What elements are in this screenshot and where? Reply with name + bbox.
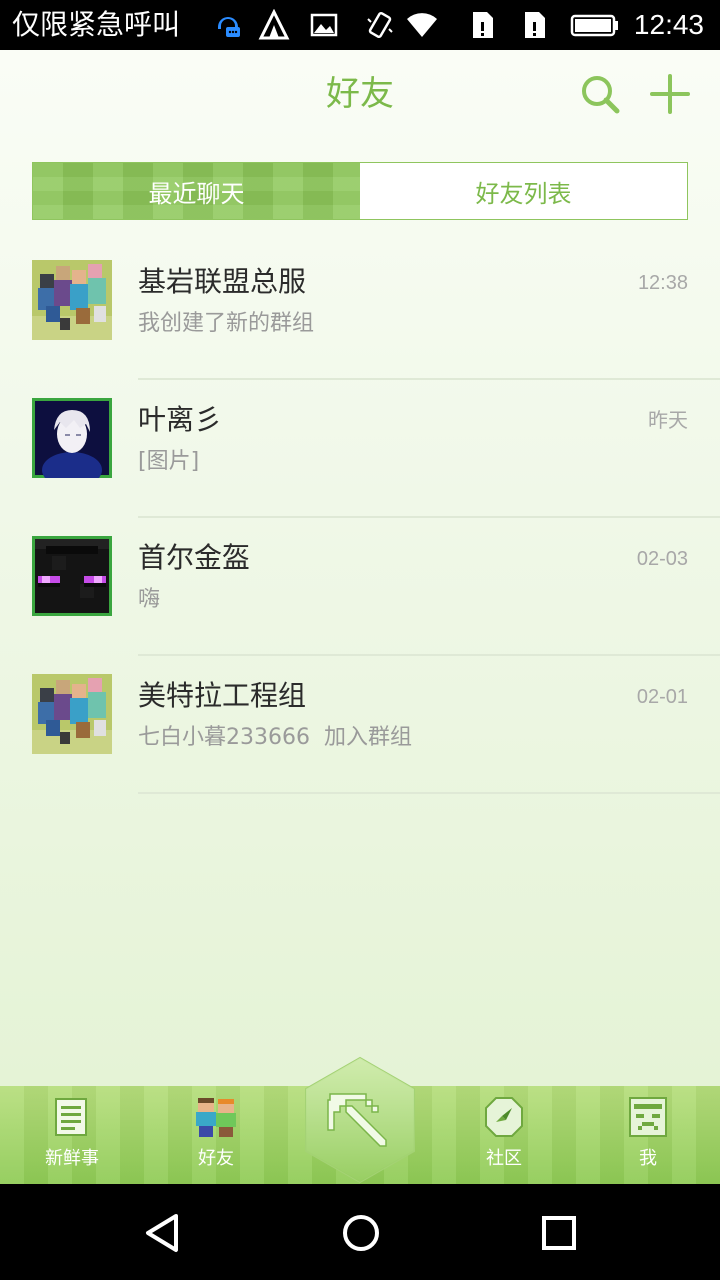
tab-news[interactable]: 新鲜事 bbox=[0, 1086, 144, 1184]
carrier-label: 仅限紧急呼叫 bbox=[12, 8, 181, 41]
chat-time: 02-01 bbox=[636, 686, 688, 708]
portrait-avatar bbox=[32, 398, 112, 478]
system-nav-bar bbox=[0, 1184, 720, 1280]
chat-preview: 我创建了新的群组 bbox=[138, 311, 315, 336]
tab-friends[interactable]: 好友 bbox=[144, 1086, 288, 1184]
group-avatar bbox=[32, 674, 112, 754]
tab-recent-chats[interactable]: 最近聊天 bbox=[33, 163, 360, 219]
chat-name: 美特拉工程组 bbox=[138, 679, 307, 712]
chat-row[interactable]: 首尔金盔 嗨 02-03 bbox=[0, 518, 720, 656]
segmented-control: 最近聊天 好友列表 bbox=[32, 162, 688, 220]
friends-icon bbox=[196, 1098, 236, 1137]
sim-card-alert-icon bbox=[473, 12, 493, 38]
search-icon[interactable] bbox=[578, 72, 622, 116]
tab-community[interactable]: 社区 bbox=[432, 1086, 576, 1184]
chat-preview: 七白小暮233666 加入群组 bbox=[138, 725, 412, 750]
chat-row[interactable]: 美特拉工程组 七白小暮233666 加入群组 02-01 bbox=[0, 656, 720, 794]
chat-time: 昨天 bbox=[648, 410, 688, 432]
friends-screen: 好友 最近聊天 好友列表 基岩联盟总服 我创建了新的群组 12:38 叶离彡 [… bbox=[0, 50, 720, 1184]
group-avatar bbox=[32, 260, 112, 340]
tab-me[interactable]: 我 bbox=[576, 1086, 720, 1184]
chat-preview: 嗨 bbox=[138, 587, 161, 612]
tent-icon bbox=[258, 9, 290, 40]
chat-name: 首尔金盔 bbox=[138, 541, 251, 574]
chat-name: 叶离彡 bbox=[138, 403, 223, 436]
tab-friends-label: 好友 bbox=[198, 1148, 234, 1169]
chat-preview: [图片] bbox=[138, 449, 200, 474]
battery-icon bbox=[570, 14, 618, 37]
enderman-avatar bbox=[32, 536, 112, 616]
tab-friends-list[interactable]: 好友列表 bbox=[360, 163, 687, 219]
tab-community-label: 社区 bbox=[486, 1148, 522, 1169]
vibrate-icon bbox=[367, 11, 393, 39]
pickaxe-center-button[interactable] bbox=[300, 1054, 420, 1186]
plus-icon[interactable] bbox=[648, 72, 692, 116]
tab-me-label: 我 bbox=[639, 1148, 657, 1169]
chat-row[interactable]: 叶离彡 [图片] 昨天 bbox=[0, 380, 720, 518]
title-bar: 好友 bbox=[0, 50, 720, 140]
clock: 12:43 bbox=[633, 9, 704, 40]
home-icon[interactable] bbox=[336, 1208, 386, 1258]
notification-chat-icon bbox=[218, 17, 240, 37]
chat-list: 基岩联盟总服 我创建了新的群组 12:38 叶离彡 [图片] 昨天 首尔金盔 嗨… bbox=[0, 242, 720, 794]
sim-card-alert-icon-2 bbox=[525, 12, 545, 38]
chat-row[interactable]: 基岩联盟总服 我创建了新的群组 12:38 bbox=[0, 242, 720, 380]
profile-face-icon bbox=[629, 1097, 667, 1137]
image-icon bbox=[310, 13, 338, 37]
chat-name: 基岩联盟总服 bbox=[138, 265, 307, 298]
status-bar: 仅限紧急呼叫 12:43 bbox=[0, 0, 720, 50]
news-icon bbox=[55, 1098, 87, 1136]
chat-time: 12:38 bbox=[637, 272, 688, 294]
recents-icon[interactable] bbox=[534, 1208, 584, 1258]
back-icon[interactable] bbox=[138, 1208, 188, 1258]
tab-news-label: 新鲜事 bbox=[45, 1148, 99, 1169]
divider bbox=[138, 792, 720, 794]
wifi-icon bbox=[407, 13, 437, 37]
chat-time: 02-03 bbox=[636, 548, 688, 570]
compass-icon bbox=[485, 1097, 523, 1137]
